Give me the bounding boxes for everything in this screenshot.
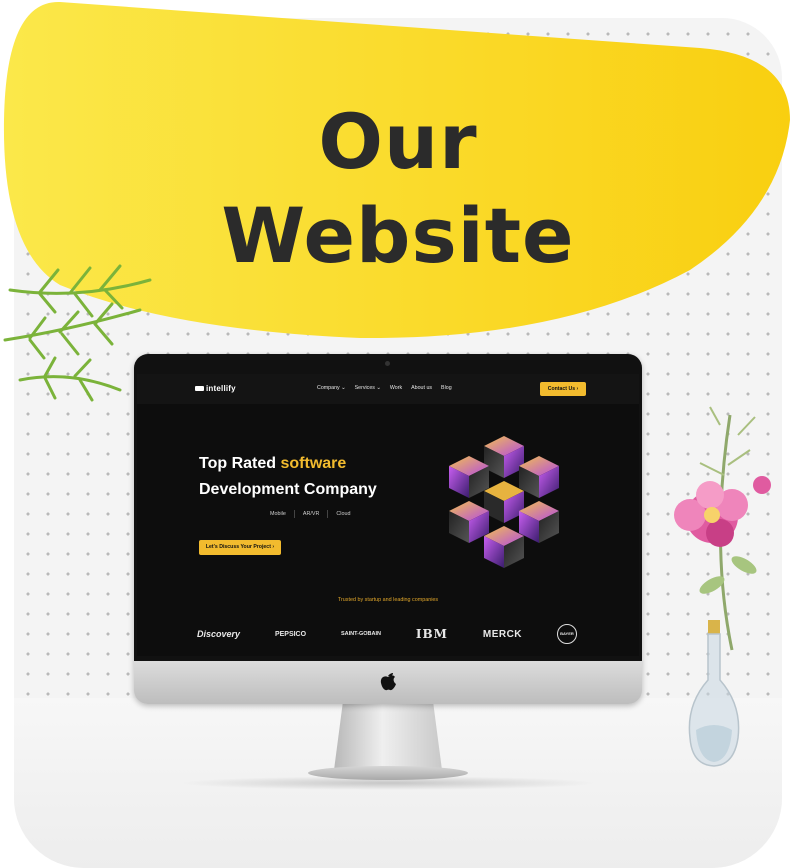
chevron-right-icon: › (576, 386, 579, 392)
service-tags: Mobile AR/VR Cloud (262, 510, 358, 518)
glass-vase-icon (688, 620, 740, 767)
brand-pepsico: PEPSICO (274, 630, 307, 638)
cubes-illustration-icon (449, 436, 559, 568)
nav-label: Services (354, 385, 375, 391)
nav-item-company[interactable]: Company ⌄ (317, 385, 346, 391)
contact-label: Contact Us (547, 386, 576, 392)
hero-title-line2: Development Company (199, 481, 377, 498)
tag-arvr: AR/VR (293, 510, 327, 518)
nav-item-services[interactable]: Services ⌄ (355, 385, 381, 391)
website-screen: intellify Company ⌄ Services ⌄ Work Abou… (137, 374, 639, 656)
site-logo[interactable]: intellify (195, 384, 236, 393)
brand-merck: MERCK (482, 628, 523, 640)
chevron-down-icon: ⌄ (341, 385, 346, 391)
apple-logo-icon (380, 673, 396, 691)
tag-mobile: Mobile (270, 511, 286, 517)
nav-item-blog[interactable]: Blog (441, 385, 452, 391)
imac-stand (334, 704, 442, 770)
nav-item-about[interactable]: About us (411, 385, 432, 391)
nav-label: Company (317, 385, 340, 391)
hero-title-line1: Top Rated software (199, 455, 346, 473)
hero-title-part1: Top Rated (199, 455, 277, 472)
banner-title-line1: Our (318, 97, 478, 186)
brand-bayer: BAYER (556, 624, 577, 644)
site-navbar: intellify Company ⌄ Services ⌄ Work Abou… (137, 374, 639, 404)
hero-title-accent: software (280, 455, 347, 472)
contact-us-button[interactable]: Contact Us › (540, 382, 586, 396)
logo-mark-icon (195, 386, 204, 392)
nav-menu: Company ⌄ Services ⌄ Work About us Blog (317, 385, 452, 391)
nav-item-work[interactable]: Work (390, 385, 402, 391)
brand-discovery: Discovery (197, 629, 241, 639)
tag-cloud: Cloud (327, 510, 358, 518)
trusted-by-text: Trusted by startup and leading companies (337, 597, 439, 603)
brand-logos: Discovery PEPSICO SAINT-GOBAIN IBM MERCK… (197, 624, 577, 644)
camera-icon (385, 361, 390, 366)
chevron-down-icon: ⌄ (376, 385, 381, 391)
discuss-project-button[interactable]: Let's Discuss Your Project › (199, 540, 281, 555)
chevron-right-icon: › (272, 544, 275, 550)
imac-stand-base (308, 766, 468, 780)
cta-label: Let's Discuss Your Project (205, 544, 271, 550)
logo-text: intellify (206, 384, 236, 393)
brand-saint-gobain: SAINT-GOBAIN (340, 631, 381, 637)
brand-ibm: IBM (415, 627, 448, 641)
